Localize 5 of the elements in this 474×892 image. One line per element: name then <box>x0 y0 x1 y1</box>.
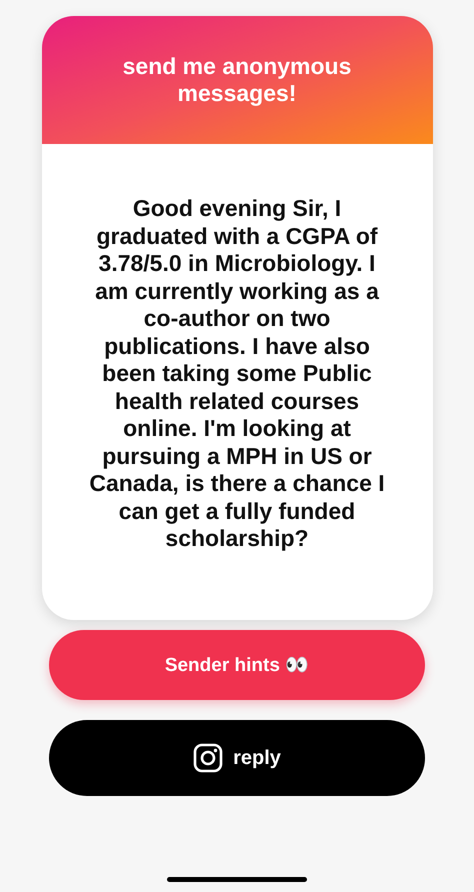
sender-hints-button[interactable]: Sender hints 👀 <box>49 630 425 700</box>
message-text: Good evening Sir, I graduated with a CGPA of 3.78/5.0 in Microbiology. I am currently working as a co-author on two publications. I have also been taking some Public health related courses online. I'm looking at pursuing a MPH in US or Canada, is there a chance I can get a fully funded scholarship? <box>88 195 386 553</box>
reply-button[interactable]: reply <box>49 720 425 796</box>
camera-icon <box>193 743 224 773</box>
card-title: send me anonymous messages! <box>122 53 352 107</box>
